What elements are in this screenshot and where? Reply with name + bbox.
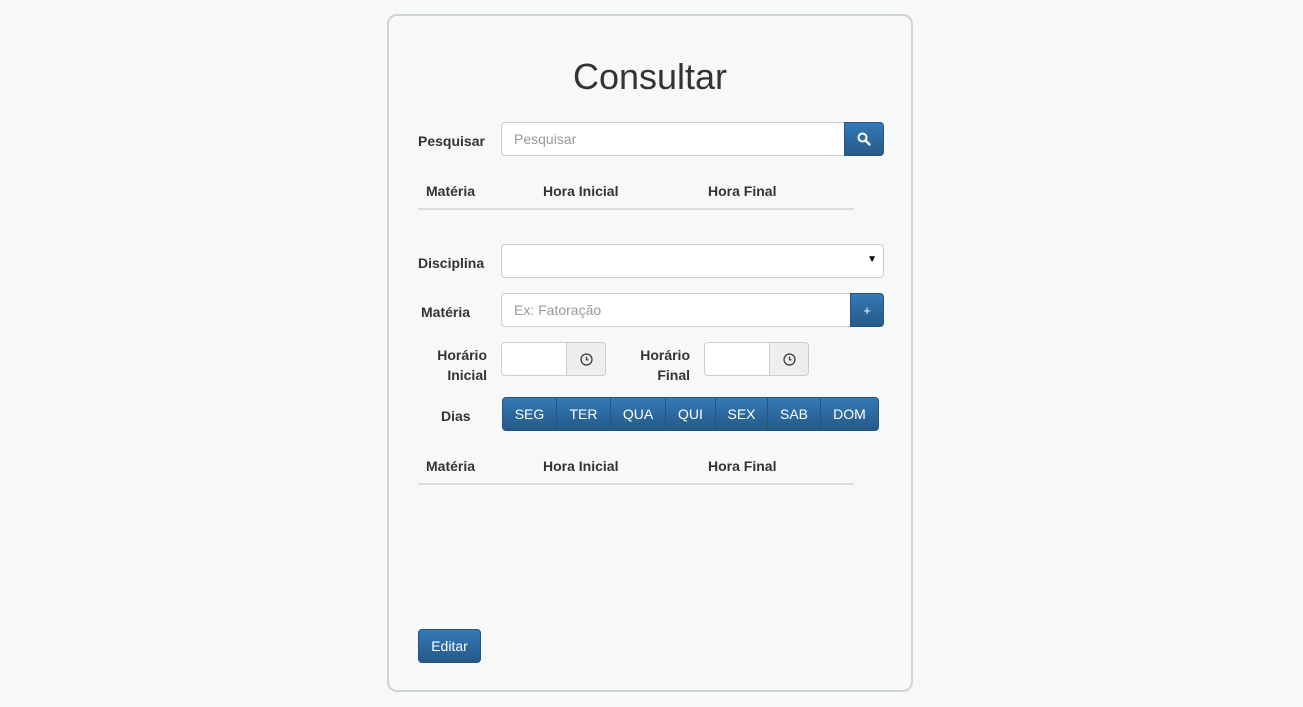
day-button-sab[interactable]: SAB (767, 397, 821, 431)
horario-final-clock-button[interactable] (769, 342, 809, 376)
day-button-qua[interactable]: QUA (610, 397, 666, 431)
horario-final-label-line1: Horário (640, 347, 690, 363)
dias-label: Dias (441, 408, 471, 424)
page-title: Consultar (572, 56, 728, 97)
table2-divider (418, 483, 854, 485)
day-button-qui[interactable]: QUI (665, 397, 716, 431)
edit-button[interactable]: Editar (418, 629, 481, 663)
consult-panel: Consultar Pesquisar Matéria Hora Inicial… (387, 14, 913, 692)
table2-header-hora-final: Hora Final (708, 458, 777, 474)
horario-final-label-line2: Final (657, 367, 690, 383)
table2-header-hora-inicial: Hora Inicial (543, 458, 619, 474)
day-button-dom[interactable]: DOM (820, 397, 879, 431)
day-button-ter[interactable]: TER (556, 397, 611, 431)
caret-down-icon: ▼ (867, 254, 877, 265)
materia-label: Matéria (421, 304, 471, 320)
materia-input[interactable] (501, 293, 852, 327)
table2-header-materia: Matéria (426, 458, 476, 474)
horario-inicial-label-line2: Inicial (447, 367, 487, 383)
table1-header-hora-final: Hora Final (708, 183, 777, 199)
horario-final-input[interactable] (704, 342, 771, 376)
horario-final-label: Horário Final (629, 345, 690, 385)
day-button-sex[interactable]: SEX (715, 397, 768, 431)
day-button-seg[interactable]: SEG (502, 397, 557, 431)
search-button[interactable] (844, 122, 884, 156)
table1-divider (418, 208, 854, 210)
horario-inicial-label-line1: Horário (437, 347, 487, 363)
clock-icon (579, 352, 593, 366)
days-button-group: SEG TER QUA QUI SEX SAB DOM (502, 397, 879, 431)
table1-header-hora-inicial: Hora Inicial (543, 183, 619, 199)
clock-icon (782, 352, 796, 366)
horario-inicial-label: Horário Inicial (418, 345, 487, 385)
table1-header-materia: Matéria (426, 183, 476, 199)
horario-inicial-input[interactable] (501, 342, 568, 376)
horario-inicial-clock-button[interactable] (566, 342, 606, 376)
disciplina-select[interactable]: ▼ (501, 244, 884, 278)
search-icon (857, 132, 871, 146)
add-materia-button[interactable]: + (850, 293, 884, 327)
search-label: Pesquisar (418, 133, 485, 149)
disciplina-label: Disciplina (418, 255, 485, 271)
search-input[interactable] (501, 122, 845, 156)
